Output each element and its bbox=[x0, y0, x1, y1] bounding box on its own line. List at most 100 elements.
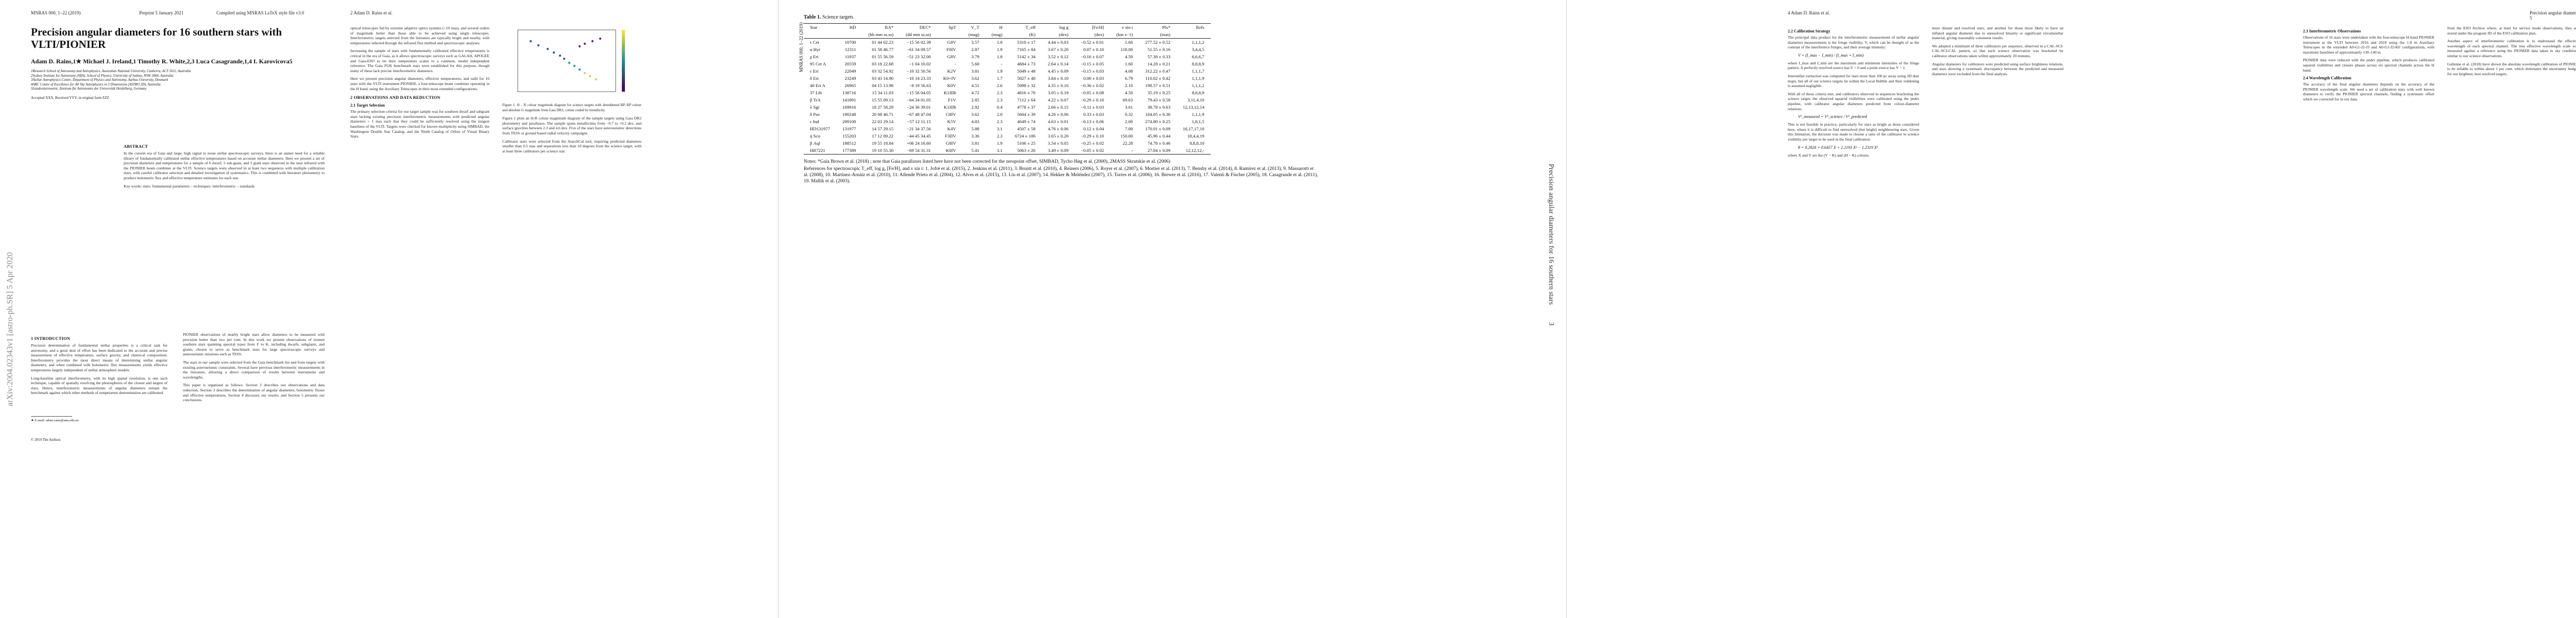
table-cell: ε Ind bbox=[810, 119, 819, 124]
style-note: Compiled using MNRAS LaTeX style file v3… bbox=[216, 10, 304, 15]
table-cell: −57 12 11.15 bbox=[907, 119, 931, 124]
table-cell: 2.6 bbox=[996, 83, 1003, 88]
table-cell: F3IIV bbox=[945, 133, 956, 139]
table-cell: 4.76 ± 0.06 bbox=[1047, 126, 1069, 131]
table-cell: 4.63 ± 0.01 bbox=[1047, 119, 1069, 124]
table-cell: 12,13,12,14 bbox=[1182, 105, 1205, 110]
table-cell: 2.3 bbox=[996, 97, 1003, 102]
equation-1: V = (I_max − I_min) / (I_max + I_min) bbox=[1798, 53, 1864, 58]
table-unit-cell: (mag) bbox=[962, 31, 986, 39]
table-cell: 3,4,4,5 bbox=[1192, 47, 1205, 52]
table-cell: 5063 ± 26 bbox=[1008, 147, 1042, 154]
table-cell: 110.02 ± 0.42 bbox=[1145, 76, 1171, 81]
table-cell: 3.81 bbox=[971, 141, 979, 146]
table-cell: η Sco bbox=[810, 133, 820, 139]
intro-paragraph: PIONIER observations of nearby bright st… bbox=[183, 332, 325, 357]
table-cell: 3.67 ± 0.20 bbox=[1047, 47, 1069, 52]
table-cell: −8 19 56.63 bbox=[909, 83, 931, 88]
table-cell: −64 34 01.05 bbox=[907, 97, 931, 102]
table-header-cell: H bbox=[985, 23, 1009, 31]
table-cell: β Aql bbox=[810, 141, 820, 146]
table-header-cell: HD bbox=[836, 23, 862, 31]
equation-3: θ = 0.2826 + 0.6457 X + 2.2193 X² − 1.23… bbox=[1798, 145, 1878, 150]
body-paragraph: Interstellar extinction was computed for… bbox=[1788, 73, 1919, 89]
table-cell: 22049 bbox=[844, 68, 856, 74]
arxiv-stamp: arXiv:2004.02343v1 [astro-ph.SR] 5 Apr 2… bbox=[6, 252, 14, 406]
table-cell: 8,8,8,9 bbox=[1192, 90, 1205, 95]
table-cell: 18,4,4,19 bbox=[1187, 133, 1205, 139]
body-paragraph: The principal data product for the inter… bbox=[1788, 35, 1919, 50]
science-targets-table: Star HD RA* DEC* SpT V_T H T_eff log g [Fe/H] v si… bbox=[804, 23, 1211, 154]
table-cell: −0.05 ± 0.08 bbox=[1080, 90, 1104, 95]
table-cell: 03 32 54.92 bbox=[872, 68, 894, 74]
table-cell: 209100 bbox=[842, 119, 856, 124]
table-cell: 169916 bbox=[842, 105, 856, 110]
table-cell: 22.28 bbox=[1123, 141, 1133, 146]
table-cell: 0.06 ± 0.03 bbox=[1083, 76, 1104, 81]
table-cell: 1.9 bbox=[996, 47, 1003, 52]
table-cell: 170.01 ± 0.09 bbox=[1145, 126, 1171, 131]
table-cell: 7112 ± 64 bbox=[1017, 97, 1036, 102]
table-cell: 3.36 bbox=[971, 133, 979, 139]
table-cell: β TrA bbox=[810, 97, 821, 102]
table-cell: 35.19 ± 0.25 bbox=[1147, 90, 1171, 95]
table-cell: 138716 bbox=[842, 90, 856, 95]
table-cell: 5049 ± 48 bbox=[1017, 68, 1036, 74]
table-cell: 4.45 ± 0.09 bbox=[1047, 68, 1069, 74]
table-cell: F0IV bbox=[946, 47, 956, 52]
table-cell: K0+IV bbox=[943, 76, 956, 81]
body-paragraph: Gallenne et al. (2018) have shown the ab… bbox=[2447, 61, 2576, 76]
table-cell: 3.05 ± 0.19 bbox=[1047, 90, 1069, 95]
table-cell: 1,8,1,5 bbox=[1192, 119, 1205, 124]
table-cell: −61 34 09.57 bbox=[907, 47, 931, 52]
table-unit-cell bbox=[804, 31, 837, 39]
table-cell: δ Pav bbox=[810, 112, 820, 117]
table-cell: 4507 ± 58 bbox=[1017, 126, 1036, 131]
table-cell: −67 48 47.04 bbox=[907, 112, 931, 117]
table-header-cell: DEC* bbox=[900, 23, 937, 31]
table-cell: 198.57 ± 0.51 bbox=[1145, 83, 1171, 88]
table-row: ε Eri 22049 03 32 54.92 −10 32 50.56 K2V 3.81… bbox=[804, 67, 1211, 75]
affiliation-5: 5Landessternwarte, Zentrum für Astronomi… bbox=[31, 87, 147, 91]
page-2: 2 Adam D. Rains et al. optical telescope… bbox=[350, 0, 670, 618]
section-heading: 2 OBSERVATIONS AND DATA REDUCTION bbox=[350, 95, 440, 100]
table-header-cell: log g bbox=[1041, 23, 1075, 31]
table-cell: 2.3 bbox=[996, 90, 1003, 95]
rotated-journal-ref: MNRAS 000, 1–22 (2019) bbox=[799, 22, 804, 72]
table-cell: 177389 bbox=[836, 147, 862, 154]
author-list: Adam D. Rains,1★ Michael J. Ireland,1 Ti… bbox=[31, 58, 293, 65]
table-cell: 11937 bbox=[844, 54, 856, 59]
table-cell: 15 34 11.03 bbox=[872, 90, 894, 95]
table-row: τ Cet 10700 01 44 02.23 −15 56 02.39 G8V 3.57… bbox=[804, 39, 1211, 46]
running-header-right: Precision angular diameters for 16 south… bbox=[2530, 10, 2576, 21]
affiliation-3: 3Stellar Astrophysics Centre, Department… bbox=[31, 78, 168, 82]
table-cell: 8,8,8,9 bbox=[1192, 61, 1205, 66]
table-cell: 3.79 bbox=[971, 54, 979, 59]
table-cell: 04 15 13.98 bbox=[872, 83, 894, 88]
table-unit-cell: (K) bbox=[1008, 31, 1042, 39]
abstract-heading: ABSTRACT bbox=[124, 144, 148, 149]
body-paragraph: Calibrator stars were selected from the … bbox=[502, 139, 641, 153]
table-cell: 5.88 bbox=[971, 126, 979, 131]
page-4: 4 Adam D. Rains et al. Precision angular… bbox=[1571, 0, 2576, 618]
body-paragraph: Here we present precision angular diamet… bbox=[350, 76, 489, 91]
table-cell: 277.52 ± 0.52 bbox=[1145, 40, 1171, 45]
table-row: α Hyi 12311 01 58 46.77 −61 34 09.57 F0IV 2.8… bbox=[804, 46, 1211, 53]
table-cell: G8V bbox=[947, 40, 956, 45]
table-cell: 4.51 bbox=[971, 83, 979, 88]
table-cell: −0.29 ± 0.10 bbox=[1080, 133, 1104, 139]
table-row: 95 Cet A 20559 03 18 22.68 −1 04 10.02 - 5.60… bbox=[804, 60, 1211, 67]
table-cell: 10700 bbox=[844, 40, 856, 45]
table-row: HD131977 131977 14 57 29.15 −21 34 37.56 K4V… bbox=[804, 125, 1211, 132]
table-cell: 4.44 ± 0.03 bbox=[1047, 40, 1069, 45]
table-cell: K4V bbox=[947, 126, 956, 131]
preprint-date: Preprint 5 January 2021 bbox=[139, 10, 184, 15]
table-cell: 57.38 ± 0.33 bbox=[1147, 54, 1171, 59]
table-cell: 3.62 bbox=[971, 76, 979, 81]
table-cell: HD131977 bbox=[810, 126, 831, 131]
body-paragraph: With all of these criteria met, and cali… bbox=[1788, 91, 1919, 111]
table-cell: 1.60 bbox=[1125, 40, 1133, 45]
body-paragraph: from the ESO Archive where, at least for… bbox=[2447, 26, 2576, 36]
table-unit-cell bbox=[836, 31, 862, 39]
equation-2: V²_measured = V²_science / V²_predicted bbox=[1798, 114, 1867, 119]
